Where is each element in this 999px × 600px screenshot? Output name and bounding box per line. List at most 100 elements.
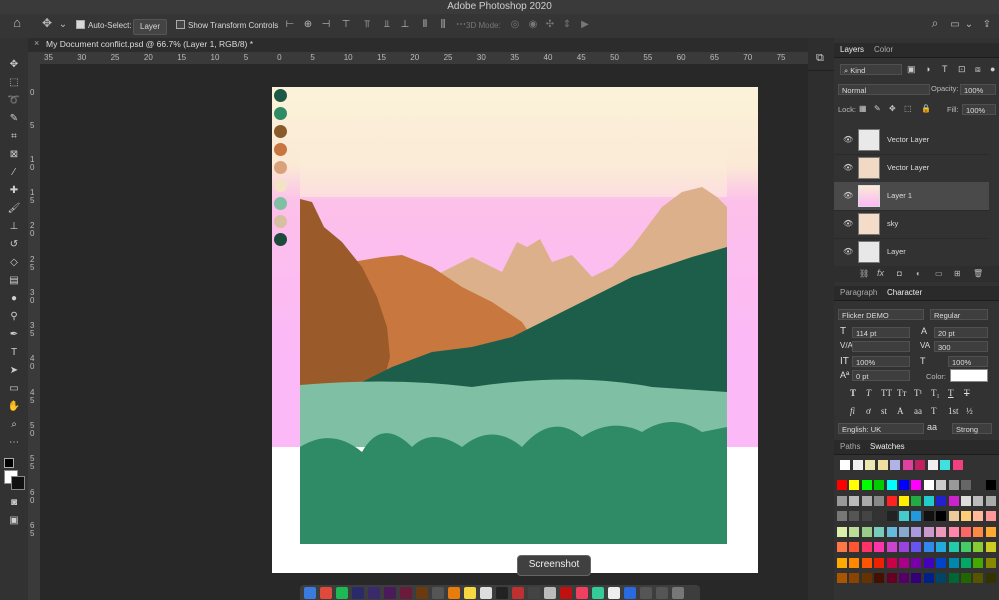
color-swatch[interactable] bbox=[985, 573, 996, 583]
color-swatch[interactable] bbox=[911, 542, 922, 552]
quick-select-tool-icon[interactable]: ✎ bbox=[6, 112, 22, 126]
color-swatch[interactable] bbox=[837, 495, 847, 506]
dock-icon[interactable] bbox=[544, 587, 556, 599]
layer-row-selected[interactable]: 👁 Layer 1 bbox=[834, 182, 989, 211]
dock-icon[interactable] bbox=[368, 587, 380, 599]
layer-row[interactable]: 👁 Layer bbox=[834, 238, 989, 267]
color-swatch[interactable] bbox=[837, 480, 847, 490]
3d-slide-icon[interactable]: ⇕ bbox=[562, 20, 572, 30]
contextual-icon[interactable]: T bbox=[931, 406, 937, 416]
eye-icon[interactable]: 👁 bbox=[843, 219, 853, 228]
dock-icon[interactable] bbox=[464, 587, 476, 599]
ruler-origin[interactable] bbox=[28, 52, 40, 64]
color-swatch[interactable] bbox=[985, 495, 996, 506]
document-canvas[interactable] bbox=[272, 87, 758, 573]
auto-select-checkbox[interactable]: Auto-Select: bbox=[76, 19, 132, 33]
color-swatch[interactable] bbox=[837, 511, 847, 521]
font-family-dropdown[interactable]: Flicker DEMO bbox=[838, 309, 924, 320]
color-swatch[interactable] bbox=[874, 526, 885, 537]
color-swatch[interactable] bbox=[923, 511, 934, 521]
color-swatch[interactable] bbox=[861, 526, 872, 537]
workspace-chevron-icon[interactable]: ⌄ bbox=[964, 20, 974, 30]
dock-icon[interactable] bbox=[448, 587, 460, 599]
subscript-icon[interactable]: T₁ bbox=[931, 388, 940, 398]
color-swatch[interactable] bbox=[861, 511, 872, 521]
color-swatch[interactable] bbox=[936, 526, 947, 537]
dock-icon[interactable] bbox=[304, 587, 316, 599]
color-swatch[interactable] bbox=[849, 495, 860, 506]
color-swatch[interactable] bbox=[923, 495, 934, 506]
all-caps-icon[interactable]: TT bbox=[881, 388, 892, 398]
leading-field[interactable]: 20 pt bbox=[934, 327, 988, 338]
distribute-right-icon[interactable]: ⫼ bbox=[438, 20, 448, 30]
dock-icon[interactable] bbox=[624, 587, 636, 599]
marquee-tool-icon[interactable]: ⬚ bbox=[6, 76, 22, 90]
color-swatch[interactable] bbox=[911, 480, 922, 490]
dock-icon[interactable] bbox=[640, 587, 652, 599]
color-swatch[interactable] bbox=[948, 495, 959, 506]
distribute-top-icon[interactable]: ⫪ bbox=[362, 20, 372, 30]
color-swatch[interactable] bbox=[899, 495, 909, 506]
link-layers-icon[interactable]: ⛓ bbox=[859, 269, 869, 278]
dock-icon[interactable] bbox=[320, 587, 332, 599]
color-swatch[interactable] bbox=[861, 542, 872, 552]
color-swatch[interactable] bbox=[985, 480, 996, 490]
strikethrough-icon[interactable]: T bbox=[964, 388, 970, 398]
dock-icon[interactable] bbox=[528, 587, 540, 599]
color-swatch[interactable] bbox=[985, 511, 996, 521]
color-swatch[interactable] bbox=[849, 526, 860, 537]
tab-paragraph[interactable]: Paragraph bbox=[840, 288, 877, 297]
alternates-icon[interactable]: A bbox=[897, 406, 904, 416]
vertical-scale-field[interactable]: 100% bbox=[852, 356, 910, 367]
color-swatch[interactable] bbox=[865, 460, 875, 470]
eye-icon[interactable]: 👁 bbox=[843, 191, 853, 200]
tab-character[interactable]: Character bbox=[887, 288, 922, 297]
color-swatch[interactable] bbox=[837, 573, 847, 583]
color-swatch[interactable] bbox=[886, 557, 897, 568]
color-swatch[interactable] bbox=[923, 557, 934, 568]
dock-icon[interactable] bbox=[352, 587, 364, 599]
color-swatch[interactable] bbox=[849, 557, 860, 568]
ordinals-icon[interactable]: 1st bbox=[948, 406, 959, 416]
opacity-field[interactable]: 100% bbox=[960, 84, 996, 95]
move-tool-icon[interactable]: ✥ bbox=[42, 17, 52, 29]
dock-icon[interactable] bbox=[384, 587, 396, 599]
color-swatch[interactable] bbox=[948, 480, 959, 490]
anti-alias-dropdown[interactable]: Strong bbox=[952, 423, 992, 434]
color-swatch[interactable] bbox=[961, 495, 971, 506]
color-swatch[interactable] bbox=[973, 495, 984, 506]
color-swatch[interactable] bbox=[961, 573, 971, 583]
lock-all-icon[interactable]: 🔒 bbox=[921, 104, 931, 113]
eye-icon[interactable]: 👁 bbox=[843, 163, 853, 172]
font-size-field[interactable]: 114 pt bbox=[852, 327, 910, 338]
color-swatch[interactable] bbox=[849, 573, 860, 583]
align-right-icon[interactable]: ⊣ bbox=[321, 20, 331, 30]
add-mask-icon[interactable]: ◘ bbox=[897, 269, 902, 278]
share-icon[interactable]: ⇪ bbox=[982, 20, 992, 30]
color-swatch[interactable] bbox=[985, 542, 996, 552]
swash-icon[interactable]: st bbox=[881, 406, 887, 416]
workspace-icon[interactable]: ▭ bbox=[950, 20, 960, 30]
color-swatch[interactable] bbox=[948, 511, 959, 521]
color-swatch[interactable] bbox=[877, 460, 888, 470]
3d-camera-icon[interactable]: ▶ bbox=[580, 20, 590, 30]
color-swatch[interactable] bbox=[902, 460, 913, 470]
dock-icon[interactable] bbox=[480, 587, 492, 599]
tab-layers[interactable]: Layers bbox=[840, 45, 864, 54]
align-top-icon[interactable]: ⊤ bbox=[341, 20, 351, 30]
type-tool-icon[interactable]: T bbox=[6, 346, 22, 360]
background-color-swatch[interactable] bbox=[11, 476, 25, 490]
tracking-field[interactable]: 300 bbox=[934, 341, 988, 352]
color-swatch[interactable] bbox=[961, 480, 971, 490]
path-select-icon[interactable]: ➤ bbox=[6, 364, 22, 378]
lock-image-icon[interactable]: ✎ bbox=[874, 104, 881, 113]
zoom-tool-icon[interactable]: ⌕ bbox=[6, 418, 22, 432]
superscript-icon[interactable]: T¹ bbox=[914, 388, 922, 398]
horizontal-scale-field[interactable]: 100% bbox=[948, 356, 988, 367]
hand-tool-icon[interactable]: ✋ bbox=[6, 400, 22, 414]
faux-italic-icon[interactable]: T bbox=[866, 388, 871, 398]
home-icon[interactable]: ⌂ bbox=[12, 16, 22, 29]
color-swatch[interactable] bbox=[973, 573, 984, 583]
color-swatch[interactable] bbox=[973, 511, 984, 521]
more-options-icon[interactable]: ⋯ bbox=[456, 20, 466, 30]
